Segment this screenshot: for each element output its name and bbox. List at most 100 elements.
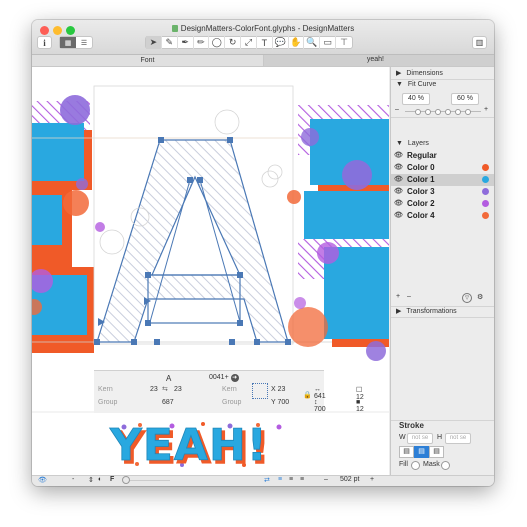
zoom-in-button[interactable]: + [370, 476, 374, 483]
layers-section[interactable]: ▼ Layers [391, 140, 494, 150]
fit-curve-stop[interactable] [435, 109, 441, 115]
rotate-tool-icon[interactable]: ↻ [225, 36, 242, 49]
stroke-height-label: H [437, 434, 443, 441]
layer-filter-icon[interactable]: ▽ [462, 293, 472, 303]
layer-color-swatch [482, 188, 489, 195]
unicode-field[interactable]: 0041+ ➜ [209, 374, 239, 382]
layer-color-4[interactable]: 👁 Color 4 [391, 210, 494, 222]
layer-color-2[interactable]: 👁 Color 2 [391, 198, 494, 210]
lock-icon[interactable]: 🔒 [303, 391, 312, 399]
fit-curve-min-field[interactable]: 40 % [402, 93, 430, 105]
text-direction-icon[interactable]: ⇄ [264, 476, 270, 484]
align-center-icon[interactable]: ≡ [289, 476, 293, 483]
eye-icon[interactable]: 👁 [394, 199, 403, 207]
y-value[interactable]: 700 [278, 399, 290, 406]
group-value[interactable]: 687 [162, 399, 174, 406]
window-title: DesignMatters-ColorFont.glyphs - DesignM… [32, 24, 494, 33]
mask-checkbox[interactable] [441, 461, 450, 470]
fit-curve-stop[interactable] [455, 109, 461, 115]
preview-text[interactable]: YEAH! [109, 420, 268, 472]
eye-icon[interactable]: 👁 [394, 163, 403, 171]
fit-curve-fields: 40 % 60 % [391, 93, 494, 105]
kern-lock-icon[interactable]: ⇆ [162, 385, 168, 393]
pencil-tool-icon[interactable]: ✏ [194, 36, 210, 49]
text-layout-icon[interactable]: ⊤ [336, 36, 352, 49]
eye-icon[interactable]: 👁 [394, 175, 403, 183]
width-icon: ↔ [314, 386, 321, 393]
height-value[interactable]: 700 [314, 406, 326, 413]
gear-icon[interactable]: ⚙ [477, 293, 483, 301]
draw-tool-icon[interactable]: ✎ [162, 36, 178, 49]
stroke-outside-icon[interactable]: ▤ [429, 446, 444, 458]
list-view-icon[interactable]: ☰ [76, 37, 92, 48]
path-count-icon: ■ [356, 399, 361, 406]
stroke-inside-icon[interactable]: ▤ [399, 446, 414, 458]
fit-curve-plus[interactable]: + [484, 106, 488, 113]
stroke-center-icon[interactable]: ▤ [414, 446, 429, 458]
size-slider-track[interactable] [130, 480, 170, 481]
align-right-icon[interactable]: ≡ [300, 476, 304, 483]
layer-color-1[interactable]: 👁 Color 1 [391, 174, 494, 186]
kern-right-value[interactable]: 23 [174, 386, 182, 393]
scale-tool-icon[interactable]: ⤢ [241, 36, 257, 49]
info-button[interactable]: i [37, 36, 52, 49]
tab-active[interactable]: yeah! [264, 55, 494, 66]
anchor-grid-icon[interactable] [252, 383, 268, 399]
kern-left-value[interactable]: 23 [150, 386, 158, 393]
tab-bar: Font yeah! [32, 55, 494, 67]
stroke-height-field[interactable]: not se [445, 433, 471, 444]
fit-curve-max-field[interactable]: 60 % [451, 93, 479, 105]
text-tool-icon[interactable]: T [257, 36, 273, 49]
measure-tool-icon[interactable]: ▭ [320, 36, 337, 49]
slider-knob[interactable] [122, 476, 130, 484]
glyph-a-outline[interactable] [94, 109, 291, 345]
zoom-tool-icon[interactable]: 🔍 [304, 36, 321, 49]
font-f-icon[interactable]: F [110, 476, 114, 483]
disclosure-down-icon: ▼ [396, 81, 403, 88]
x-value[interactable]: 23 [278, 386, 286, 393]
fit-curve-stop[interactable] [415, 109, 421, 115]
annotation-tool-icon[interactable]: 💬 [273, 36, 289, 49]
fit-curve-minus[interactable]: – [395, 106, 399, 113]
sidebar-toggle-button[interactable]: ▥ [472, 36, 487, 49]
fit-curve-stop[interactable] [445, 109, 451, 115]
layer-color-3[interactable]: 👁 Color 3 [391, 186, 494, 198]
preview-eye-icon[interactable]: 👁 [38, 476, 47, 484]
stepper-icon[interactable]: ⇕ [88, 476, 94, 484]
fill-checkbox[interactable] [411, 461, 420, 470]
eye-icon[interactable]: 👁 [394, 151, 403, 159]
eye-icon[interactable]: 👁 [394, 187, 403, 195]
pen-tool-icon[interactable]: ✒ [178, 36, 194, 49]
stroke-label: Stroke [399, 421, 424, 430]
stroke-section: Stroke [391, 420, 494, 431]
select-tool-icon[interactable]: ➤ [146, 36, 162, 49]
layer-name: Color 3 [407, 187, 435, 196]
remove-layer-button[interactable]: – [407, 293, 411, 300]
align-left-icon[interactable]: ≡ [278, 476, 282, 483]
layer-color-0[interactable]: 👁 Color 0 [391, 162, 494, 174]
grid-view-icon[interactable]: ▦ [60, 37, 76, 48]
eye-icon[interactable]: 👁 [394, 211, 403, 219]
shape-tool-icon[interactable]: ◯ [209, 36, 226, 49]
fit-curve-stop[interactable] [465, 109, 471, 115]
transformations-section[interactable]: ▶ Transformations [391, 306, 494, 318]
edit-canvas[interactable]: YEAH! YEAH! A 0041+ ➜ Kern 23 ⇆ 23 Group… [32, 67, 389, 475]
add-layer-button[interactable]: + [396, 293, 400, 300]
fit-curve-stop[interactable] [425, 109, 431, 115]
contrast-icon[interactable]: ◐ [98, 476, 102, 483]
glyph-canvas-svg[interactable]: YEAH! YEAH! [32, 67, 389, 475]
tab-font[interactable]: Font [32, 55, 264, 66]
tab-active-label: yeah! [366, 56, 384, 63]
go-arrow-icon[interactable]: ➜ [230, 374, 239, 382]
fit-curve-slider[interactable]: – + [391, 106, 494, 118]
glyph-name[interactable]: A [166, 374, 171, 383]
hand-tool-icon[interactable]: ✋ [289, 36, 305, 49]
zoom-level[interactable]: 502 pt [340, 476, 359, 483]
zoom-out-button[interactable]: – [324, 476, 328, 483]
dimensions-section[interactable]: ▶ Dimensions [391, 69, 494, 80]
fit-curve-section[interactable]: ▼ Fit Curve [391, 81, 494, 91]
tab-font-label: Font [140, 57, 155, 64]
layers-toolbar: + – ▽ ⚙ [391, 293, 494, 303]
stroke-width-field[interactable]: not se [407, 433, 433, 444]
layer-regular[interactable]: 👁 Regular [391, 150, 494, 162]
